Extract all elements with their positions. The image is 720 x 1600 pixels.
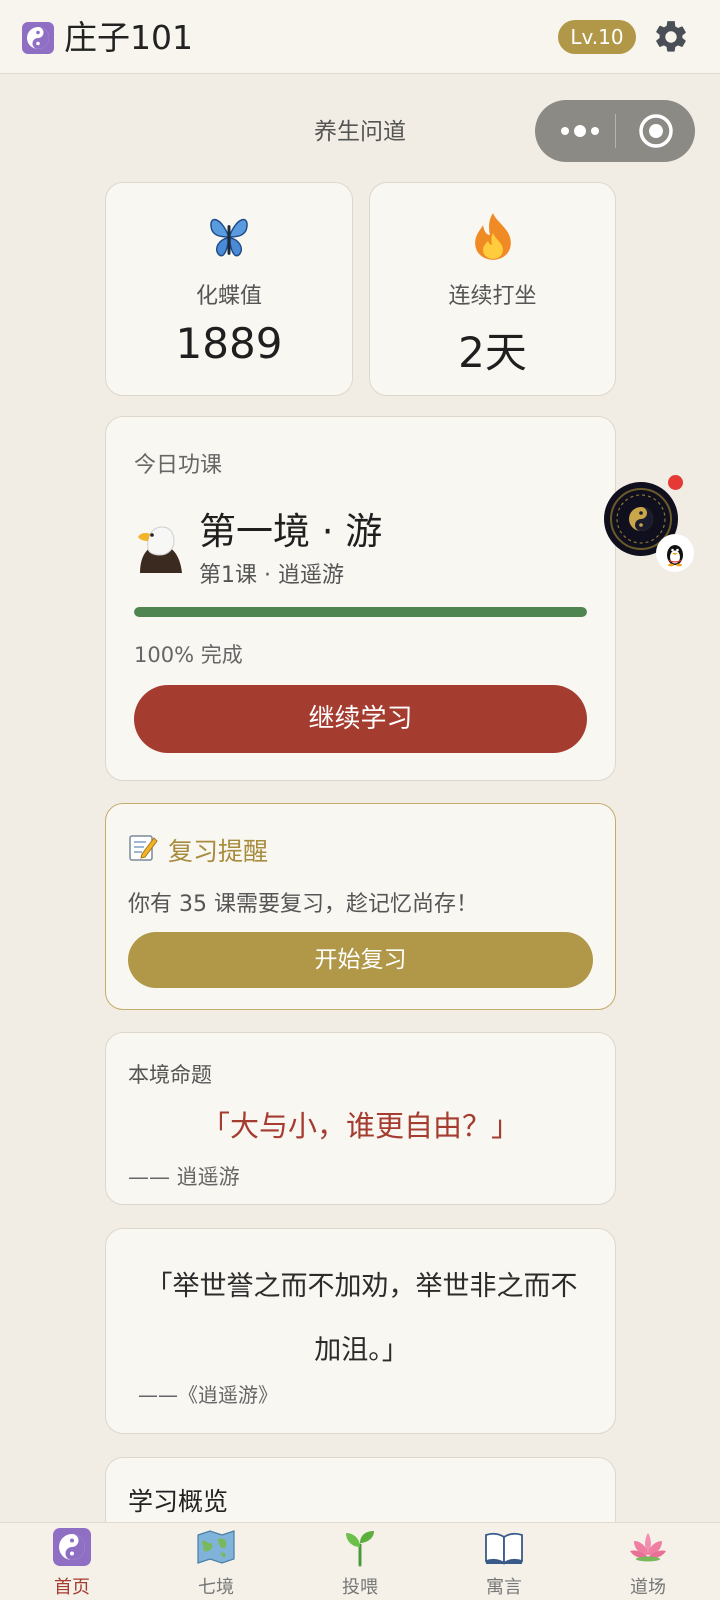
- lotus-icon: [630, 1533, 666, 1562]
- lesson-progress-bar: [134, 607, 587, 617]
- sprout-icon: [346, 1531, 374, 1567]
- tab-label: 投喂: [342, 1577, 378, 1598]
- tab-seven-realms[interactable]: 七境: [144, 1523, 288, 1600]
- butterfly-label: 化蝶值: [195, 284, 262, 309]
- memo-icon: [129, 835, 158, 861]
- butterfly-stat-card[interactable]: 化蝶值 1889: [105, 182, 353, 396]
- yin-yang-icon: [53, 1528, 91, 1566]
- realm-theme-card: 本境命题 「大与小，谁更自由？」 —— 逍遥游: [105, 1032, 616, 1205]
- eagle-icon: [138, 526, 182, 573]
- tab-feed[interactable]: 投喂: [288, 1523, 432, 1600]
- lesson-progress-text: 100% 完成: [134, 643, 243, 667]
- streak-label: 连续打坐: [448, 284, 537, 309]
- quote-text: 「举世誉之而不加劝，举世非之而不加沮。」: [145, 1271, 578, 1366]
- close-target-icon[interactable]: [638, 113, 674, 149]
- lesson-progress-fill: [134, 607, 587, 617]
- tab-label: 七境: [198, 1577, 234, 1598]
- review-description: 你有 35 课需要复习，趁记忆尚存！: [128, 892, 478, 917]
- book-icon: [485, 1532, 523, 1565]
- theme-label: 本境命题: [128, 1063, 212, 1087]
- level-badge[interactable]: Lv.10: [558, 20, 636, 54]
- bottom-tab-bar: 首页 七境 投喂 寓言 道场: [0, 1522, 720, 1600]
- continue-learning-button[interactable]: 继续学习: [134, 685, 587, 753]
- butterfly-icon: [210, 218, 248, 257]
- tab-label: 道场: [630, 1577, 666, 1598]
- tab-home[interactable]: 首页: [0, 1523, 144, 1600]
- theme-source: —— 逍遥游: [128, 1165, 240, 1189]
- overview-title: 学习概览: [128, 1487, 229, 1516]
- streak-stat-card[interactable]: 连续打坐 2天: [369, 182, 616, 396]
- start-review-button[interactable]: 开始复习: [128, 932, 593, 988]
- butterfly-value: 1889: [175, 319, 283, 368]
- yin-yang-icon: [22, 22, 54, 54]
- review-title: 复习提醒: [168, 837, 269, 866]
- theme-question: 「大与小，谁更自由？」: [200, 1109, 520, 1143]
- streak-value: 2天: [458, 328, 527, 377]
- lesson-subtitle: 第1课 · 逍遥游: [199, 563, 344, 588]
- more-icon[interactable]: [557, 117, 607, 145]
- today-lesson-card: 今日功课 第一境 · 游 第1课 · 逍遥游 100% 完成 继续学习: [105, 416, 616, 781]
- lesson-heading: 今日功课: [134, 453, 223, 478]
- quote-source: ——《逍遥游》: [138, 1383, 278, 1407]
- penguin-icon: [667, 545, 683, 567]
- quote-card: 「举世誉之而不加劝，举世非之而不加沮。」 ——《逍遥游》: [105, 1228, 616, 1434]
- tab-label: 寓言: [486, 1577, 522, 1598]
- gear-icon[interactable]: [652, 18, 690, 56]
- realm-title: 第一境 · 游: [199, 510, 383, 553]
- top-bar: 庄子101 Lv.10: [0, 0, 720, 74]
- notification-dot: [668, 475, 683, 490]
- qq-badge: [656, 534, 694, 572]
- map-icon: [197, 1530, 235, 1564]
- tab-label: 首页: [54, 1577, 90, 1598]
- tab-fables[interactable]: 寓言: [432, 1523, 576, 1600]
- review-reminder-card: 复习提醒 你有 35 课需要复习，趁记忆尚存！ 开始复习: [105, 803, 616, 1010]
- capsule-divider: [615, 114, 616, 148]
- fire-icon: [475, 213, 511, 260]
- mini-program-capsule: [535, 100, 695, 162]
- app-title: 庄子101: [64, 18, 193, 57]
- tab-dojo[interactable]: 道场: [576, 1523, 720, 1600]
